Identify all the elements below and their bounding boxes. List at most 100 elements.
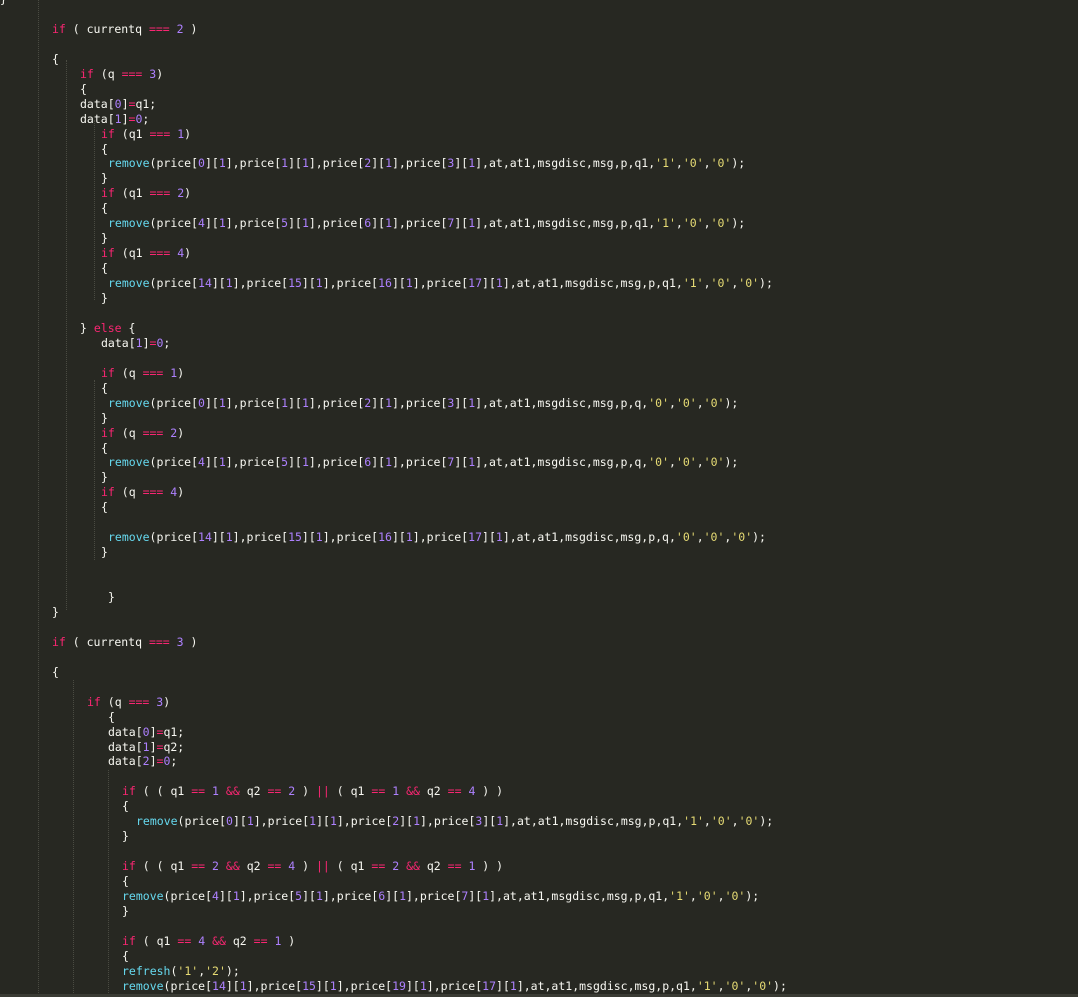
- code-line: if ( ( q1 == 2 && q2 == 4 ) || ( q1 == 2…: [122, 859, 503, 874]
- code-token: (q1: [114, 186, 150, 201]
- code-token: ][: [399, 814, 414, 829]
- code-token: if: [52, 634, 66, 649]
- code-token: ],price[: [308, 216, 365, 231]
- code-line: {: [122, 949, 129, 964]
- code-token: 1: [301, 455, 309, 470]
- code-token: ,: [703, 276, 711, 291]
- code-token: '0': [724, 978, 746, 993]
- code-token: {: [121, 320, 136, 335]
- code-token: }: [0, 0, 7, 6]
- code-token: ][: [371, 216, 386, 231]
- code-token: 4: [212, 889, 219, 903]
- code-token: {: [52, 51, 59, 66]
- code-token: ],price[: [225, 216, 282, 231]
- code-token: 14: [198, 276, 212, 291]
- code-token: (q1: [114, 126, 150, 141]
- code-token: &&: [212, 933, 226, 948]
- code-line: }: [122, 829, 129, 844]
- code-token: 15: [302, 978, 316, 993]
- code-token: 0: [142, 724, 150, 739]
- code-token: ],price[: [336, 978, 393, 993]
- code-token: ][: [482, 530, 496, 545]
- code-token: ],price[: [239, 889, 296, 903]
- code-token: q1;: [135, 96, 157, 111]
- code-token: 1: [399, 889, 406, 903]
- code-token: ],at,at1,msgdisc,msg,p,q1,: [503, 814, 684, 829]
- code-token: ],price[: [392, 395, 448, 410]
- code-line: {: [101, 142, 108, 157]
- code-token: ],at,at1,msgdisc,msg,p,q,: [475, 395, 649, 410]
- code-token: (q: [114, 425, 143, 440]
- code-line: }: [0, 0, 7, 7]
- code-token: 1: [225, 530, 233, 545]
- code-token: refresh: [122, 963, 171, 978]
- code-token: '0': [752, 978, 774, 993]
- code-token: {: [122, 874, 129, 889]
- code-token: remove: [122, 978, 164, 993]
- code-token: ],price[: [392, 455, 448, 470]
- code-token: );: [759, 814, 774, 829]
- code-line: {: [122, 874, 129, 889]
- code-token: ) ): [475, 859, 504, 874]
- code-token: {: [108, 709, 115, 724]
- code-token: q2;: [163, 739, 185, 754]
- code-token: 1: [405, 276, 413, 291]
- code-token: 1: [114, 111, 122, 126]
- code-token: {: [101, 201, 108, 216]
- code-line: if (q1 === 1): [101, 127, 191, 142]
- code-token: 4: [198, 216, 205, 231]
- code-token: '0': [738, 814, 760, 829]
- code-token: ,: [696, 455, 704, 470]
- code-token: ],price[: [322, 276, 379, 291]
- code-token: ][: [385, 889, 400, 903]
- code-line: remove(price[0][1],price[1][1],price[2][…: [108, 396, 738, 411]
- code-token: 1: [315, 276, 323, 291]
- code-token: else: [93, 320, 122, 335]
- code-token: (q: [100, 694, 129, 709]
- code-token: 4: [198, 455, 205, 470]
- code-token: (q: [114, 485, 143, 500]
- code-token: '1': [682, 276, 704, 291]
- code-token: 1: [495, 276, 503, 291]
- code-token: if: [101, 126, 115, 141]
- code-token: '0': [703, 530, 725, 545]
- code-editor[interactable]: }if ( currentq === 2 ){if (q === 3){data…: [0, 0, 1078, 997]
- code-token: remove: [108, 530, 150, 545]
- code-token: ],price[: [412, 276, 469, 291]
- code-line: {: [101, 500, 108, 515]
- code-token: '0': [738, 276, 760, 291]
- code-token: 1: [218, 216, 226, 231]
- code-token: 2: [142, 754, 150, 769]
- code-token: '1': [669, 889, 690, 903]
- code-line: {: [52, 52, 59, 67]
- code-token: ][: [371, 156, 386, 171]
- code-token: ][: [454, 395, 469, 410]
- code-token: 17: [468, 276, 483, 291]
- code-token: ][: [225, 978, 240, 993]
- code-token: data[: [108, 724, 143, 739]
- code-token: 1: [495, 530, 503, 545]
- code-token: );: [773, 978, 787, 993]
- code-token: (price[: [163, 978, 213, 993]
- code-token: if: [122, 933, 136, 948]
- code-token: }: [101, 545, 108, 560]
- code-token: ===: [142, 365, 164, 380]
- code-line: if (q === 3): [87, 695, 170, 710]
- code-token: if: [101, 186, 115, 201]
- code-token: 1: [315, 889, 323, 903]
- code-token: ===: [148, 634, 170, 649]
- code-token: ],price[: [253, 814, 310, 829]
- code-token: '0': [731, 530, 753, 545]
- code-token: ,: [675, 216, 683, 231]
- code-token: ===: [149, 126, 171, 141]
- code-line: {: [101, 201, 108, 216]
- code-token: 1: [329, 978, 337, 993]
- code-token: if: [101, 485, 115, 500]
- code-token: ],at,at1,msgdisc,msg,p,q1,: [502, 276, 683, 291]
- code-token: ],price[: [392, 156, 448, 171]
- code-token: );: [745, 889, 760, 903]
- code-token: remove: [122, 889, 164, 903]
- code-token: ): [184, 246, 192, 261]
- code-token: ===: [149, 186, 171, 201]
